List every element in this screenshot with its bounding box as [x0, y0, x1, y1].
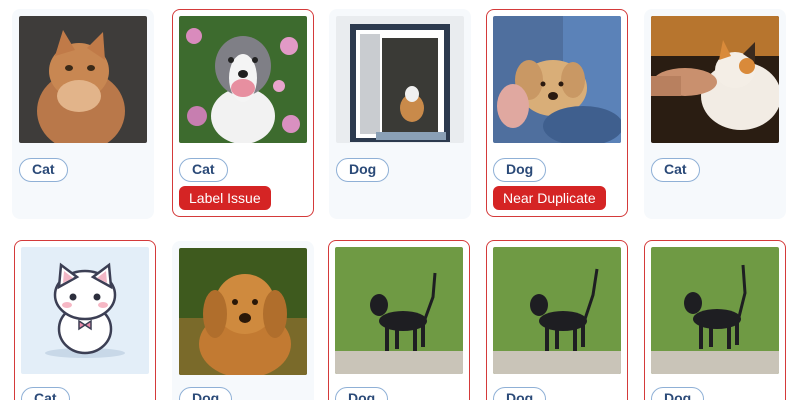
card-image	[179, 16, 307, 143]
near-duplicate-badge: Near Duplicate	[493, 186, 606, 210]
class-label-chip: Dog	[493, 387, 547, 400]
image-card[interactable]: Cat	[644, 9, 786, 219]
image-card[interactable]: Cat	[14, 240, 156, 400]
image-card[interactable]: Dog	[644, 240, 786, 400]
class-label-chip: Dog	[179, 387, 233, 400]
image-card[interactable]: Cat	[12, 9, 154, 219]
card-image	[336, 16, 464, 143]
card-image	[493, 247, 621, 374]
label-issue-badge: Label Issue	[179, 186, 271, 210]
class-label-chip: Cat	[19, 158, 68, 182]
image-card[interactable]: Cat Label Issue	[172, 9, 314, 217]
class-label-chip: Dog	[493, 158, 547, 182]
image-grid: Cat Cat Label Issue Dog Dog Near Duplica…	[0, 0, 800, 400]
card-image	[179, 248, 307, 375]
class-label-chip: Cat	[179, 158, 228, 182]
card-image	[335, 247, 463, 374]
card-image	[651, 16, 779, 143]
image-card[interactable]: Dog Near Duplicate	[486, 9, 628, 217]
card-image	[21, 247, 149, 374]
image-card[interactable]: Dog	[486, 240, 628, 400]
class-label-chip: Cat	[651, 158, 700, 182]
class-label-chip: Dog	[336, 158, 390, 182]
class-label-chip: Dog	[335, 387, 389, 400]
card-image	[493, 16, 621, 143]
class-label-chip: Cat	[21, 387, 70, 400]
image-card[interactable]: Dog	[328, 240, 470, 400]
image-card[interactable]: Dog	[329, 9, 471, 219]
image-card[interactable]: Dog	[172, 241, 314, 400]
card-image	[19, 16, 147, 143]
class-label-chip: Dog	[651, 387, 705, 400]
card-image	[651, 247, 779, 374]
